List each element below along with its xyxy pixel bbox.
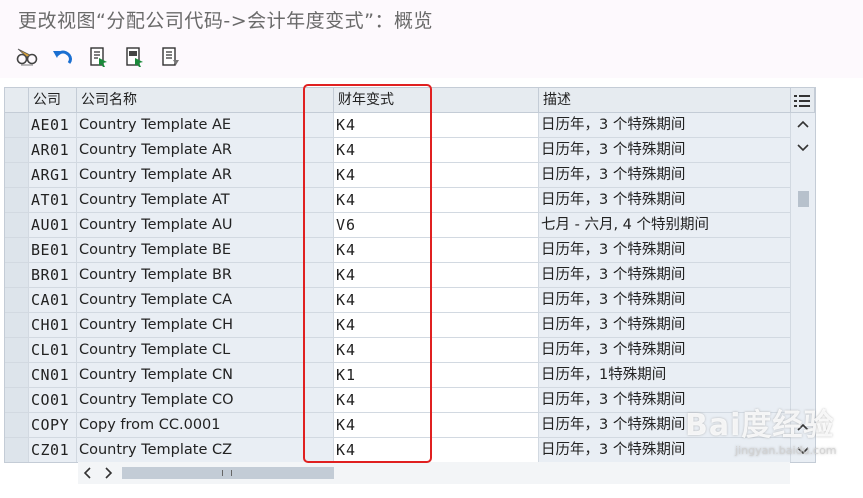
- cell-company-name: Country Template AE: [77, 113, 334, 138]
- cell-company-code: CL01: [29, 338, 77, 363]
- row-selector[interactable]: [5, 138, 29, 163]
- select-block-icon: [126, 47, 143, 67]
- row-selector[interactable]: [5, 288, 29, 313]
- cell-description: 日历年，3 个特殊期间: [539, 113, 791, 138]
- highlight-annotation: [303, 84, 432, 463]
- cell-description: 日历年，1特殊期间: [539, 363, 791, 388]
- cell-company-code: CO01: [29, 388, 77, 413]
- watermark-logo-text: Bai度经验: [685, 408, 835, 443]
- cell-company-code: CZ01: [29, 438, 77, 462]
- display-change-button[interactable]: [12, 43, 42, 71]
- cell-company-name: Country Template BE: [77, 238, 334, 263]
- cell-company-code: ARG1: [29, 163, 77, 188]
- window-title: 更改视图“分配公司代码->会计年度变式”：概览: [18, 10, 433, 32]
- cell-company-code: AT01: [29, 188, 77, 213]
- row-selector[interactable]: [5, 163, 29, 188]
- cell-company-code: COPY: [29, 413, 77, 438]
- cell-company-code: AR01: [29, 138, 77, 163]
- scroll-thumb-grip: [222, 470, 232, 476]
- cell-company-name: Copy from CC.0001: [77, 413, 334, 438]
- cell-company-code: CN01: [29, 363, 77, 388]
- column-settings-button[interactable]: [791, 88, 815, 113]
- select-block-button[interactable]: [120, 43, 150, 71]
- column-settings-icon: [794, 95, 810, 107]
- row-selector[interactable]: [5, 113, 29, 138]
- undo-icon: [53, 50, 72, 64]
- row-selector[interactable]: [5, 363, 29, 388]
- cell-company-name: Country Template AT: [77, 188, 334, 213]
- column-header-name[interactable]: 公司名称: [77, 88, 334, 113]
- row-selector[interactable]: [5, 213, 29, 238]
- row-selector[interactable]: [5, 263, 29, 288]
- undo-button[interactable]: [48, 43, 78, 71]
- row-selector[interactable]: [5, 388, 29, 413]
- cell-company-name: Country Template AR: [77, 138, 334, 163]
- row-selector[interactable]: [5, 188, 29, 213]
- cell-company-name: Country Template CH: [77, 313, 334, 338]
- cell-description: 七月 - 六月, 4 个特别期间: [539, 213, 791, 238]
- row-selector[interactable]: [5, 338, 29, 363]
- row-selector[interactable]: [5, 238, 29, 263]
- cell-company-code: CH01: [29, 313, 77, 338]
- cell-description: 日历年，3 个特殊期间: [539, 263, 791, 288]
- horizontal-scroll-thumb[interactable]: [122, 467, 334, 479]
- row-selector[interactable]: [5, 313, 29, 338]
- glasses-icon: [16, 48, 38, 66]
- cell-company-name: Country Template CA: [77, 288, 334, 313]
- cell-description: 日历年，3 个特殊期间: [539, 188, 791, 213]
- row-selector[interactable]: [5, 413, 29, 438]
- toolbar: [12, 42, 186, 72]
- cell-company-code: BR01: [29, 263, 77, 288]
- cell-company-name: Country Template CO: [77, 388, 334, 413]
- cell-description: 日历年，3 个特殊期间: [539, 163, 791, 188]
- cell-description: 日历年，3 个特殊期间: [539, 288, 791, 313]
- deselect-all-icon: [162, 47, 179, 66]
- cell-description: 日历年，3 个特殊期间: [539, 338, 791, 363]
- scroll-down-icon[interactable]: [791, 137, 815, 157]
- cell-company-code: AU01: [29, 213, 77, 238]
- cell-company-code: AE01: [29, 113, 77, 138]
- deselect-all-button[interactable]: [156, 43, 186, 71]
- cell-company-code: BE01: [29, 238, 77, 263]
- scroll-right-icon[interactable]: [100, 462, 116, 484]
- select-all-button[interactable]: [84, 43, 114, 71]
- watermark-url: jingyan.baidu.com: [735, 444, 837, 457]
- cell-description: 日历年，3 个特殊期间: [539, 238, 791, 263]
- column-header-desc[interactable]: 描述: [539, 88, 791, 113]
- cell-company-name: Country Template CL: [77, 338, 334, 363]
- vertical-scroll-thumb[interactable]: [798, 191, 809, 207]
- cell-company-name: Country Template CZ: [77, 438, 334, 462]
- cell-company-name: Country Template AU: [77, 213, 334, 238]
- cell-company-name: Country Template AR: [77, 163, 334, 188]
- cell-company-name: Country Template CN: [77, 363, 334, 388]
- watermark: Bai度经验 jingyan.baidu.com: [685, 400, 837, 457]
- row-selector[interactable]: [5, 438, 29, 462]
- scroll-up-icon[interactable]: [791, 115, 815, 135]
- cell-description: 日历年，3 个特殊期间: [539, 313, 791, 338]
- horizontal-scrollbar[interactable]: [78, 462, 790, 484]
- select-all-icon: [90, 47, 107, 67]
- cell-description: 日历年，3 个特殊期间: [539, 138, 791, 163]
- row-selector-header[interactable]: [5, 88, 29, 113]
- cell-company-code: CA01: [29, 288, 77, 313]
- column-header-code[interactable]: 公司: [29, 88, 77, 113]
- scroll-left-icon[interactable]: [80, 462, 96, 484]
- cell-company-name: Country Template BR: [77, 263, 334, 288]
